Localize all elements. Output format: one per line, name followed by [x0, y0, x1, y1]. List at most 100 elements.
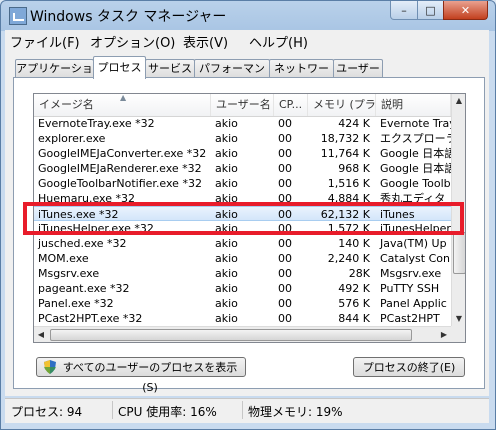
cell-description: PuTTY SSH: [380, 282, 440, 295]
scroll-up-arrow-icon[interactable]: ▲: [452, 94, 465, 108]
cell-memory: 968 K: [338, 162, 370, 175]
cell-description: エクスプローラー: [380, 132, 451, 145]
cell-cpu: 00: [278, 297, 292, 310]
sort-ascending-icon: ▲: [120, 93, 127, 102]
scroll-down-arrow-icon[interactable]: ▼: [452, 312, 465, 326]
cell-image-name: EvernoteTray.exe *32: [38, 118, 155, 130]
scroll-left-arrow-icon[interactable]: ◀: [34, 327, 48, 342]
cell-cpu: 00: [278, 237, 292, 250]
cell-image-name: pageant.exe *32: [38, 282, 130, 295]
cell-cpu: 00: [278, 118, 292, 130]
scrollbar-corner: [451, 326, 465, 342]
status-separator: [242, 401, 243, 419]
cell-image-name: jusched.exe *32: [38, 237, 127, 250]
cell-memory: 424 K: [338, 118, 370, 130]
cell-memory: 492 K: [338, 282, 370, 295]
cell-cpu: 00: [278, 267, 292, 280]
horizontal-scrollbar[interactable]: ◀ ▶: [34, 326, 451, 342]
minimize-button[interactable]: –: [390, 1, 418, 20]
cell-user-name: akio: [215, 132, 238, 145]
cell-user-name: akio: [215, 237, 238, 250]
cell-description: Evernote Tray: [380, 118, 451, 130]
cell-description: Google 日本語: [380, 162, 451, 175]
cell-description: Catalyst Con: [380, 252, 450, 265]
tab-users[interactable]: ユーザー: [333, 59, 383, 78]
process-row[interactable]: jusched.exe *32 akio 00 140 K Java(TM) Up: [34, 236, 451, 251]
cell-image-name: GoogleIMEJaConverter.exe *32: [38, 147, 207, 160]
cell-cpu: 00: [278, 147, 292, 160]
close-button[interactable]: ✕: [443, 1, 488, 20]
process-row[interactable]: EvernoteTray.exe *32 akio 00 424 K Evernote …: [34, 118, 451, 131]
maximize-button[interactable]: □: [417, 1, 444, 20]
cell-description: Google 日本語: [380, 147, 451, 160]
cell-image-name: explorer.exe: [38, 132, 106, 145]
status-cpu-usage: CPU 使用率: 16%: [118, 405, 217, 419]
cell-image-name: PCast2HPT.exe *32: [38, 312, 143, 325]
tab-network[interactable]: ネットワーク: [269, 59, 334, 93]
column-header-user-name[interactable]: ユーザー名: [211, 94, 274, 116]
tab-applications[interactable]: アプリケーション: [15, 59, 94, 93]
cell-cpu: 00: [278, 252, 292, 265]
process-row[interactable]: explorer.exe akio 00 18,732 K エクスプローラー: [34, 131, 451, 146]
cell-description: Google Toolbar: [380, 177, 451, 190]
process-row[interactable]: pageant.exe *32 akio 00 492 K PuTTY SSH: [34, 281, 451, 296]
cell-description: Msgsrv.exe: [380, 267, 442, 280]
process-row[interactable]: MOM.exe akio 00 2,240 K Catalyst Con: [34, 251, 451, 266]
cell-memory: 18,732 K: [320, 132, 370, 145]
tab-processes[interactable]: プロセス: [93, 56, 146, 79]
menu-options[interactable]: オプション(O): [90, 32, 175, 51]
cell-cpu: 00: [278, 312, 292, 325]
cell-description: PCast2HPT: [380, 312, 440, 325]
cell-memory: 1,516 K: [327, 177, 370, 190]
column-header-cpu[interactable]: CP...: [274, 94, 308, 116]
cell-user-name: akio: [215, 297, 238, 310]
cell-user-name: akio: [215, 282, 238, 295]
cell-user-name: akio: [215, 147, 238, 160]
cell-memory: 11,764 K: [320, 147, 370, 160]
cell-image-name: MOM.exe: [38, 252, 89, 265]
cell-cpu: 00: [278, 177, 292, 190]
column-header-memory[interactable]: メモリ (プラ...: [308, 94, 376, 116]
tab-services[interactable]: サービス: [145, 59, 195, 78]
horizontal-scroll-thumb[interactable]: [50, 329, 412, 341]
cell-user-name: akio: [215, 267, 238, 280]
tab-performance[interactable]: パフォーマンス: [194, 59, 270, 93]
window-title: Windows タスク マネージャー: [30, 9, 227, 25]
scroll-right-arrow-icon[interactable]: ▶: [437, 327, 451, 342]
menu-file[interactable]: ファイル(F): [10, 32, 80, 51]
cell-memory: 140 K: [338, 237, 370, 250]
process-row[interactable]: PCast2HPT.exe *32 akio 00 844 K PCast2HPT: [34, 311, 451, 326]
cell-image-name: Msgsrv.exe: [38, 267, 100, 280]
cell-user-name: akio: [215, 162, 238, 175]
highlight-annotation-box: [23, 202, 464, 235]
end-process-button[interactable]: プロセスの終了(E): [353, 357, 465, 377]
cell-user-name: akio: [215, 177, 238, 190]
list-header: イメージ名 ▲ ユーザー名 CP... メモリ (プラ... 説明: [34, 94, 451, 117]
show-all-users-processes-button[interactable]: すべてのユーザーのプロセスを表示(S): [36, 357, 246, 394]
status-separator: [112, 401, 113, 419]
menu-help[interactable]: ヘルプ(H): [249, 32, 308, 51]
cell-cpu: 00: [278, 132, 292, 145]
status-bar: プロセス: 94 CPU 使用率: 16% 物理メモリ: 19%: [5, 398, 489, 423]
cell-image-name: Panel.exe *32: [38, 297, 114, 310]
cell-description: Panel Applic: [380, 297, 447, 310]
process-row[interactable]: GoogleIMEJaConverter.exe *32 akio 00 11,764…: [34, 146, 451, 161]
menu-view[interactable]: 表示(V): [183, 32, 228, 51]
cell-image-name: GoogleIMEJaRenderer.exe *32: [38, 162, 202, 175]
cell-user-name: akio: [215, 118, 238, 130]
process-row[interactable]: GoogleIMEJaRenderer.exe *32 akio 00 968 K Go…: [34, 161, 451, 176]
cell-memory: 28K: [348, 267, 370, 280]
column-header-description[interactable]: 説明: [376, 94, 451, 116]
vertical-scroll-thumb[interactable]: [453, 232, 465, 274]
cell-memory: 2,240 K: [327, 252, 370, 265]
cell-cpu: 00: [278, 162, 292, 175]
status-physical-memory: 物理メモリ: 19%: [248, 405, 343, 419]
cell-cpu: 00: [278, 282, 292, 295]
process-row[interactable]: Panel.exe *32 akio 00 576 K Panel Applic: [34, 296, 451, 311]
process-row[interactable]: Msgsrv.exe akio 00 28K Msgsrv.exe: [34, 266, 451, 281]
process-row[interactable]: GoogleToolbarNotifier.exe *32 akio 00 1,516…: [34, 176, 451, 191]
cell-image-name: GoogleToolbarNotifier.exe *32: [38, 177, 202, 190]
cell-user-name: akio: [215, 252, 238, 265]
uac-shield-icon: [44, 360, 56, 374]
menu-bar: ファイル(F) オプション(O) 表示(V) ヘルプ(H): [5, 30, 489, 51]
